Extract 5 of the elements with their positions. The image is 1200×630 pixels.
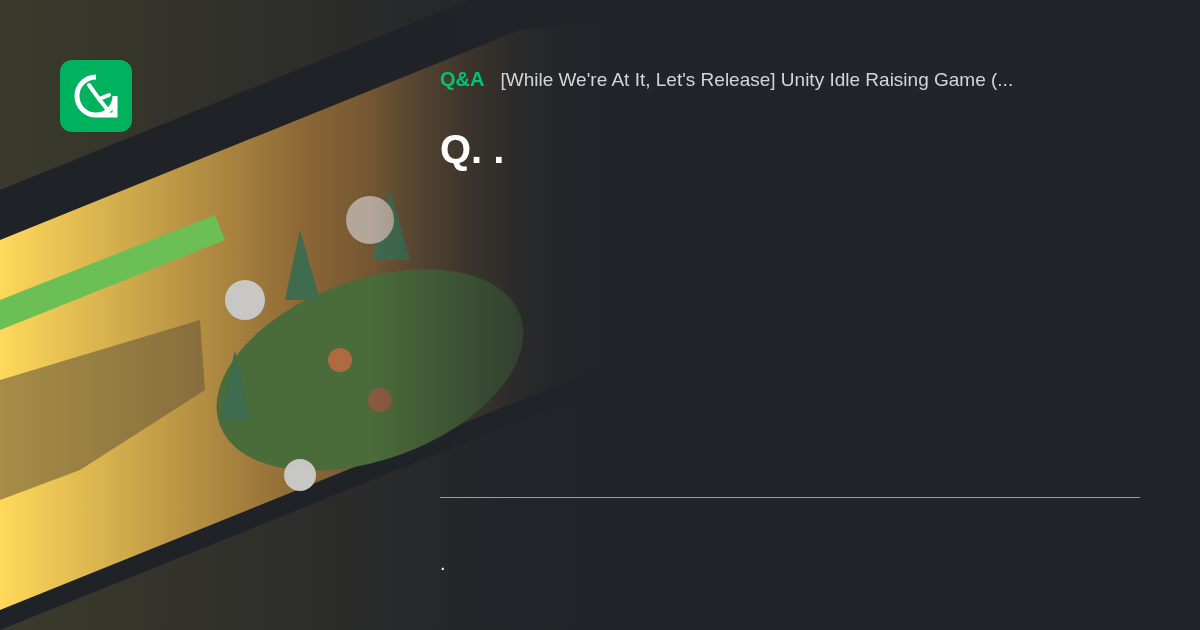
category-label: Q&A bbox=[440, 67, 485, 92]
course-title: [While We're At It, Let's Release] Unity Idle Raising Game (... bbox=[500, 68, 1014, 92]
question-title: Q. . bbox=[440, 125, 506, 173]
logo-icon bbox=[60, 60, 132, 132]
question-body: . bbox=[440, 551, 447, 576]
